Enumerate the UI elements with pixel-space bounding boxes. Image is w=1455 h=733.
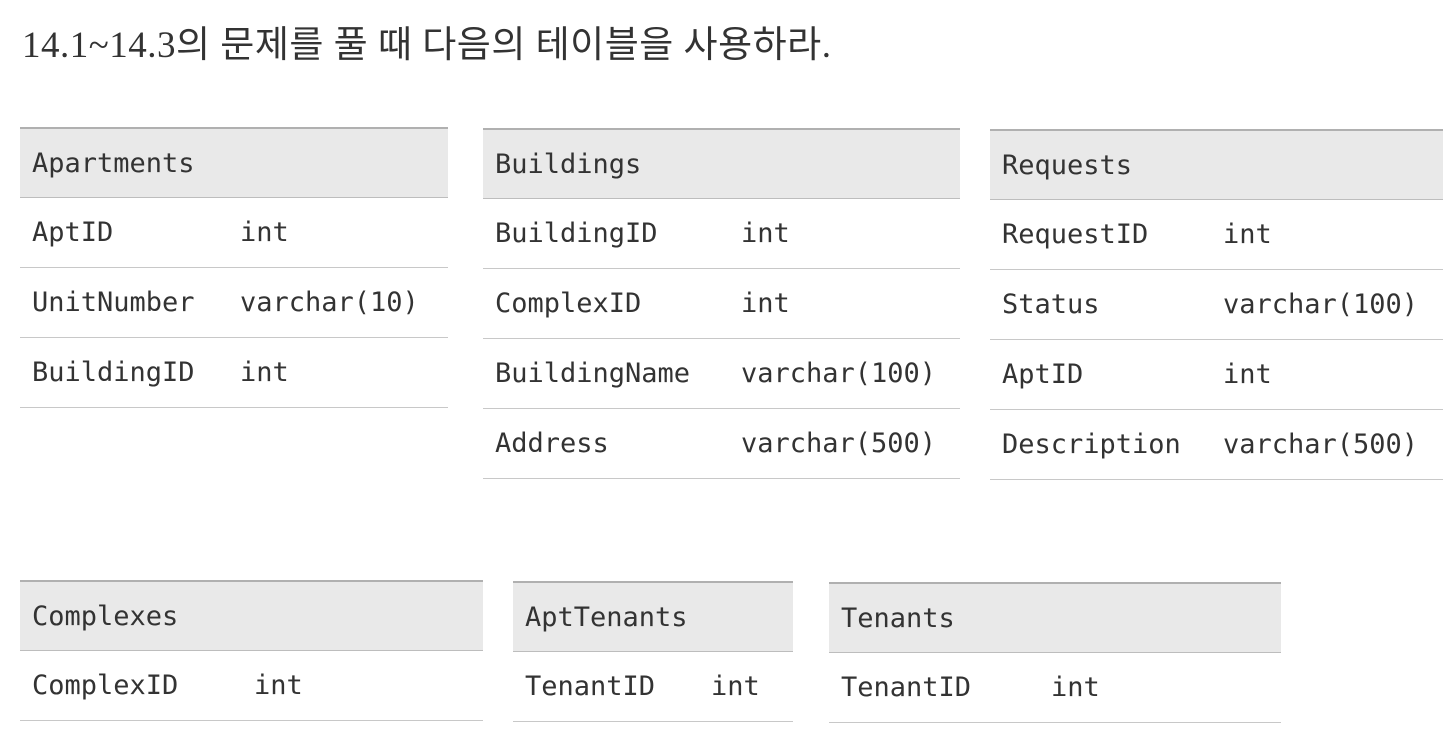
- table-complexes: Complexes ComplexID int: [20, 580, 483, 721]
- table-tenants: Tenants TenantID int: [829, 582, 1281, 723]
- field-type: int: [741, 288, 790, 319]
- field-type: int: [240, 357, 289, 388]
- field-name: UnitNumber: [32, 287, 195, 318]
- field-type: int: [741, 218, 790, 249]
- field-name: BuildingName: [495, 358, 691, 389]
- table-requests: Requests RequestID int Status varchar(10…: [990, 129, 1443, 480]
- field-type: int: [1051, 672, 1100, 703]
- field-type: int: [711, 671, 760, 702]
- table-row: ComplexID int: [20, 651, 483, 721]
- field-type: int: [1223, 359, 1272, 390]
- field-type: int: [240, 217, 289, 248]
- field-name: BuildingID: [495, 218, 658, 249]
- table-row: Address varchar(500): [483, 409, 960, 479]
- field-type: varchar(500): [741, 428, 937, 459]
- field-name: Description: [1002, 429, 1181, 460]
- table-row: TenantID int: [829, 653, 1281, 723]
- table-row: AptID int: [990, 340, 1443, 410]
- table-row: BuildingID int: [20, 338, 448, 408]
- table-row: ComplexID int: [483, 269, 960, 339]
- field-name: AptID: [1002, 359, 1084, 390]
- table-row: Status varchar(100): [990, 270, 1443, 340]
- page-title: 14.1~14.3의 문제를 풀 때 다음의 테이블을 사용하라.: [22, 25, 832, 66]
- field-type: varchar(10): [240, 287, 419, 318]
- table-row: UnitNumber varchar(10): [20, 268, 448, 338]
- table-header: Requests: [990, 129, 1443, 200]
- table-apttenants: AptTenants TenantID int: [513, 581, 793, 722]
- field-name: Status: [1002, 289, 1100, 320]
- field-name: BuildingID: [32, 357, 195, 388]
- table-apartments: Apartments AptID int UnitNumber varchar(…: [20, 127, 448, 408]
- table-row: AptID int: [20, 198, 448, 268]
- field-name: ComplexID: [495, 288, 642, 319]
- table-row: Description varchar(500): [990, 410, 1443, 480]
- table-row: TenantID int: [513, 652, 793, 722]
- field-name: TenantID: [525, 671, 656, 702]
- table-header: Complexes: [20, 580, 483, 651]
- table-header: Buildings: [483, 128, 960, 199]
- table-header: AptTenants: [513, 581, 793, 652]
- table-row: BuildingID int: [483, 199, 960, 269]
- field-name: Address: [495, 428, 609, 459]
- field-type: varchar(100): [1223, 289, 1419, 320]
- table-header: Apartments: [20, 127, 448, 198]
- field-type: int: [254, 670, 303, 701]
- table-row: BuildingName varchar(100): [483, 339, 960, 409]
- field-type: varchar(100): [741, 358, 937, 389]
- table-buildings: Buildings BuildingID int ComplexID int B…: [483, 128, 960, 479]
- field-type: varchar(500): [1223, 429, 1419, 460]
- field-name: RequestID: [1002, 219, 1149, 250]
- table-row: RequestID int: [990, 200, 1443, 270]
- field-name: ComplexID: [32, 670, 179, 701]
- field-type: int: [1223, 219, 1272, 250]
- field-name: TenantID: [841, 672, 972, 703]
- field-name: AptID: [32, 217, 114, 248]
- table-header: Tenants: [829, 582, 1281, 653]
